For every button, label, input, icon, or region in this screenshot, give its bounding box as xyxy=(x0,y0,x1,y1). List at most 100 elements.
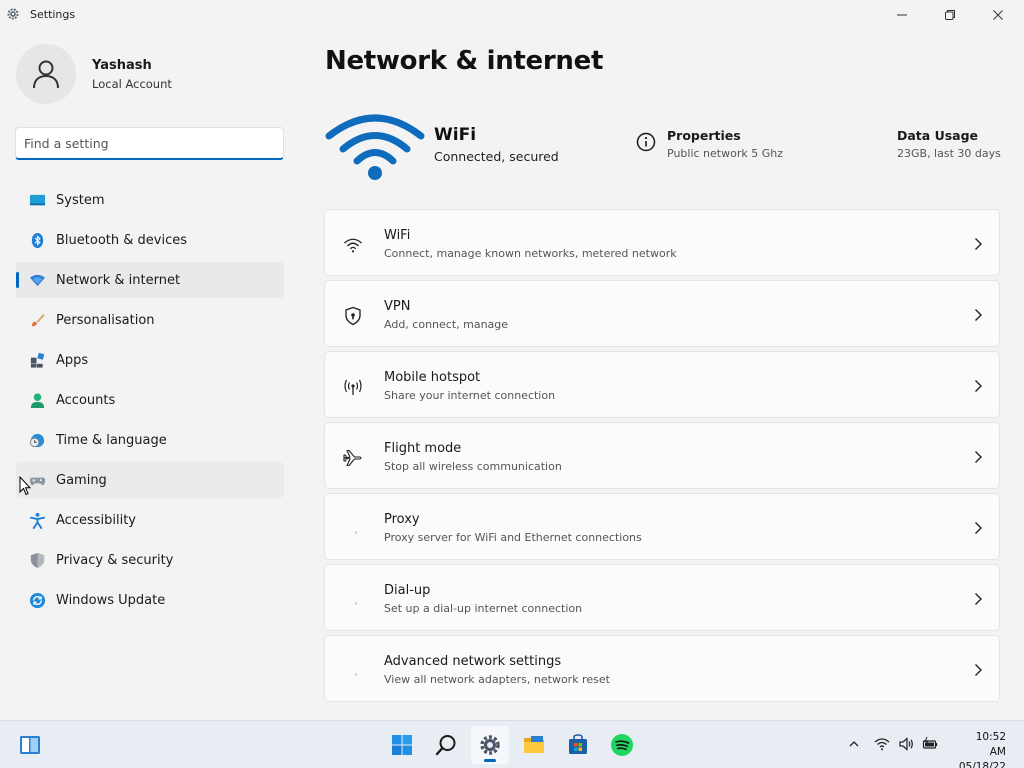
search-icon xyxy=(435,735,456,756)
volume-tray-button[interactable] xyxy=(897,735,915,753)
profile-account-type: Local Account xyxy=(92,76,172,91)
card-subtitle: Set up a dial-up internet connection xyxy=(384,602,583,615)
advanced-network-settings-card[interactable]: Advanced network settings View all netwo… xyxy=(324,635,1000,702)
sidebar-item-label: Network & internet xyxy=(56,272,181,288)
bluetooth-icon xyxy=(28,232,46,248)
network-tray-button[interactable] xyxy=(873,735,891,753)
wifi-status-icon xyxy=(325,114,425,180)
card-subtitle: View all network adapters, network reset xyxy=(384,673,610,686)
chevron-right-icon xyxy=(975,309,982,321)
clock-time: 10:52 AM xyxy=(975,731,1006,758)
properties-link[interactable]: Properties xyxy=(667,128,741,143)
sidebar-item-label: Accessibility xyxy=(56,512,136,528)
card-subtitle: Share your internet connection xyxy=(384,389,556,402)
gear-icon xyxy=(7,8,19,20)
card-subtitle: Add, connect, manage xyxy=(384,318,509,331)
mobile-hotspot-card[interactable]: Mobile hotspot Share your internet conne… xyxy=(324,351,1000,418)
widgets-button[interactable] xyxy=(11,726,49,764)
sidebar-item-privacy[interactable]: Privacy & security xyxy=(16,542,284,578)
wifi-card[interactable]: WiFi Connect, manage known networks, met… xyxy=(324,209,1000,276)
airplane-icon xyxy=(342,447,364,469)
clock-date: 05/18/22 xyxy=(958,761,1006,768)
info-icon[interactable] xyxy=(636,132,656,152)
wifi-icon xyxy=(874,738,890,751)
card-title: Proxy xyxy=(384,512,420,527)
sidebar-item-accounts[interactable]: Accounts xyxy=(16,382,284,418)
settings-taskbar-button[interactable] xyxy=(471,726,509,764)
windows-logo-icon xyxy=(392,735,412,755)
sidebar-item-network[interactable]: Network & internet xyxy=(16,262,284,298)
restore-button[interactable] xyxy=(927,0,973,30)
gear-icon xyxy=(480,735,500,755)
sidebar-nav: System Bluetooth & devices Network & int… xyxy=(16,182,284,622)
battery-tray-button[interactable] xyxy=(921,735,939,753)
sidebar-item-label: Gaming xyxy=(56,472,107,488)
wifi-diamond-icon xyxy=(28,272,46,288)
battery-charging-icon xyxy=(922,736,938,749)
minimize-button[interactable] xyxy=(879,0,925,30)
user-profile[interactable]: Yashash Local Account xyxy=(16,44,172,104)
connection-status: Connected, secured xyxy=(434,149,559,164)
card-subtitle: Stop all wireless communication xyxy=(384,460,562,473)
sidebar-item-label: System xyxy=(56,192,105,208)
sidebar-item-system[interactable]: System xyxy=(16,182,284,218)
vpn-shield-icon xyxy=(342,305,364,327)
update-icon xyxy=(28,592,46,608)
sidebar-item-accessibility[interactable]: Accessibility xyxy=(16,502,284,538)
vpn-card[interactable]: VPN Add, connect, manage xyxy=(324,280,1000,347)
data-usage-link[interactable]: Data Usage xyxy=(897,128,978,143)
mouse-cursor-icon xyxy=(19,476,31,496)
store-icon xyxy=(569,734,587,754)
folder-icon xyxy=(524,736,544,753)
accessibility-icon xyxy=(28,512,46,529)
sidebar-item-gaming[interactable]: Gaming xyxy=(16,462,284,498)
spotify-icon xyxy=(611,734,633,756)
person-icon xyxy=(28,392,46,408)
brush-icon xyxy=(28,312,46,328)
restore-icon xyxy=(945,10,955,20)
search-button[interactable] xyxy=(427,726,465,764)
sidebar-item-personalisation[interactable]: Personalisation xyxy=(16,302,284,338)
sidebar-item-label: Accounts xyxy=(56,392,116,408)
profile-name: Yashash xyxy=(92,57,152,73)
widgets-icon xyxy=(20,736,40,754)
card-title: Advanced network settings xyxy=(384,654,562,669)
sidebar-item-label: Personalisation xyxy=(56,312,155,328)
card-subtitle: Connect, manage known networks, metered … xyxy=(384,247,677,260)
advanced-network-icon xyxy=(342,660,364,682)
close-icon xyxy=(993,10,1003,20)
apps-icon xyxy=(28,352,46,368)
sidebar-item-label: Privacy & security xyxy=(56,552,174,568)
close-button[interactable] xyxy=(975,0,1021,30)
search-input[interactable] xyxy=(15,127,284,160)
title-bar: Settings xyxy=(0,0,1024,30)
data-usage-detail: 23GB, last 30 days xyxy=(897,147,1001,160)
chevron-up-icon xyxy=(849,741,859,747)
flight-mode-card[interactable]: Flight mode Stop all wireless communicat… xyxy=(324,422,1000,489)
sidebar-item-label: Bluetooth & devices xyxy=(56,232,187,248)
hotspot-icon xyxy=(342,376,364,398)
sidebar-item-time-language[interactable]: Time & language xyxy=(16,422,284,458)
file-explorer-button[interactable] xyxy=(515,726,553,764)
properties-detail: Public network 5 Ghz xyxy=(667,147,783,160)
sidebar-item-windows-update[interactable]: Windows Update xyxy=(16,582,284,618)
avatar xyxy=(16,44,76,104)
chevron-right-icon xyxy=(975,522,982,534)
chevron-right-icon xyxy=(975,238,982,250)
sidebar-item-bluetooth[interactable]: Bluetooth & devices xyxy=(16,222,284,258)
store-button[interactable] xyxy=(559,726,597,764)
proxy-card[interactable]: Proxy Proxy server for WiFi and Ethernet… xyxy=(324,493,1000,560)
dial-up-card[interactable]: Dial-up Set up a dial-up internet connec… xyxy=(324,564,1000,631)
card-title: Dial-up xyxy=(384,583,431,598)
show-hidden-icons-button[interactable] xyxy=(845,735,863,753)
monitor-icon xyxy=(28,192,46,208)
taskbar-clock[interactable]: 10:52 AM 05/18/22 xyxy=(958,730,1006,768)
window-title: Settings xyxy=(30,8,76,21)
taskbar xyxy=(0,720,1024,768)
card-title: VPN xyxy=(384,299,411,314)
spotify-button[interactable] xyxy=(603,726,641,764)
sidebar-item-apps[interactable]: Apps xyxy=(16,342,284,378)
globe-clock-icon xyxy=(28,432,46,448)
start-button[interactable] xyxy=(383,726,421,764)
person-avatar-icon xyxy=(33,60,59,89)
